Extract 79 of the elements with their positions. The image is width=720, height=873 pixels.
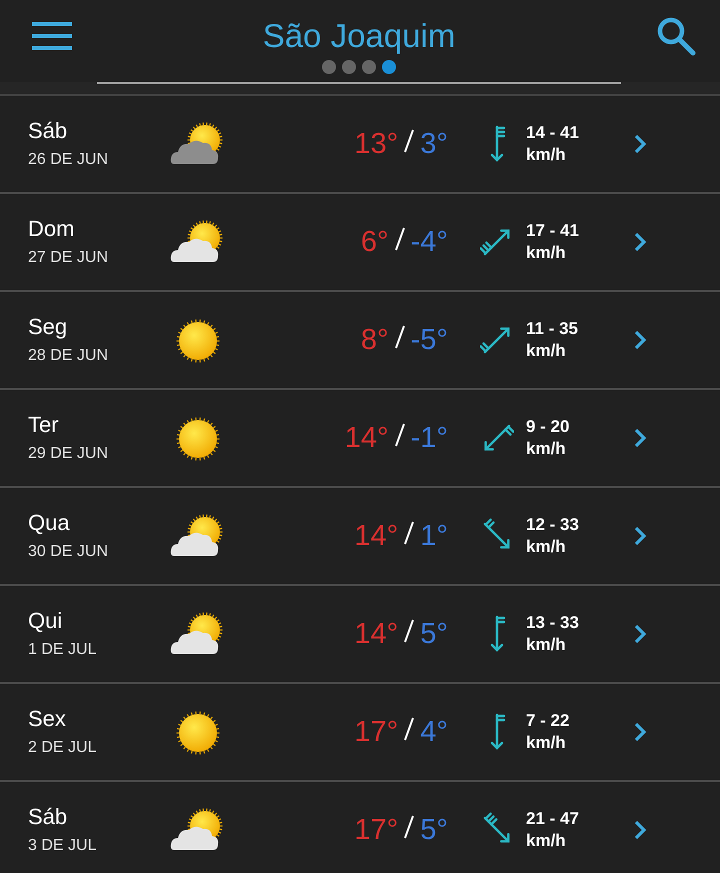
low-temperature: -4°: [410, 226, 448, 258]
day-date: 30 DE JUN: [28, 543, 110, 561]
day-date: 29 DE JUN: [28, 445, 110, 463]
day-name: Sáb: [28, 805, 68, 829]
day-name: Qua: [28, 511, 71, 535]
page-dot[interactable]: [342, 60, 356, 74]
wind-speed: 14 - 41: [526, 122, 580, 144]
chevron-right-icon[interactable]: [632, 721, 648, 743]
slash-divider: [404, 520, 414, 544]
chevron-right-icon[interactable]: [632, 427, 648, 449]
chevron-right-icon[interactable]: [632, 133, 648, 155]
search-icon[interactable]: [656, 16, 696, 56]
high-temperature: 14°: [344, 422, 389, 454]
chevron-right-icon[interactable]: [632, 329, 648, 351]
forecast-row[interactable]: Sex 2 DE JUL 17° 4° 7 - 22 km/h: [0, 684, 720, 782]
day-date: 1 DE JUL: [28, 641, 98, 659]
day-date: 2 DE JUL: [28, 739, 98, 757]
high-temperature: 17°: [354, 716, 398, 748]
forecast-row[interactable]: Sáb 3 DE JUL 17° 5° 21 - 47 km/h: [0, 782, 720, 873]
wind-speed: 7 - 22: [526, 710, 570, 732]
city-title: São Joaquim: [262, 16, 456, 56]
day-name: Dom: [28, 217, 76, 241]
low-temperature: 4°: [420, 716, 448, 748]
wind-unit: km/h: [526, 830, 567, 852]
slash-divider: [404, 618, 414, 642]
forecast-row[interactable]: Qua 30 DE JUN 14° 1° 12 - 33 km/h: [0, 488, 720, 586]
slash-divider: [404, 716, 414, 740]
slash-divider: [394, 226, 405, 250]
wind-unit: km/h: [526, 438, 567, 460]
forecast-row[interactable]: Sáb 26 DE JUN 13° 3° 14 - 41 km/h: [0, 96, 720, 194]
wind-unit: km/h: [526, 732, 567, 754]
slash-divider: [404, 814, 414, 838]
low-temperature: 1°: [420, 520, 448, 552]
high-temperature: 14°: [354, 618, 398, 650]
high-temperature: 8°: [360, 324, 389, 356]
day-name: Ter: [28, 413, 60, 437]
high-temperature: 17°: [354, 814, 398, 846]
low-temperature: 5°: [420, 618, 448, 650]
high-temperature: 6°: [360, 226, 389, 258]
day-name: Sex: [28, 707, 67, 731]
wind-speed: 13 - 33: [526, 612, 580, 634]
day-date: 26 DE JUN: [28, 151, 110, 169]
page-dot[interactable]: [322, 60, 336, 74]
high-temperature: 14°: [354, 520, 398, 552]
forecast-row[interactable]: Seg 28 DE JUN 8° -5° 11 - 35 km/h: [0, 292, 720, 390]
low-temperature: 5°: [420, 814, 448, 846]
low-temperature: -5°: [410, 324, 448, 356]
forecast-row[interactable]: Qui 1 DE JUL 14° 5° 13 - 33 km/h: [0, 586, 720, 684]
wind-speed: 11 - 35: [526, 318, 579, 340]
wind-speed: 17 - 41: [526, 220, 580, 242]
wind-unit: km/h: [526, 634, 567, 656]
day-name: Qui: [28, 609, 64, 633]
wind-unit: km/h: [526, 242, 567, 264]
day-name: Sáb: [28, 119, 68, 143]
low-temperature: 3°: [420, 128, 448, 160]
wind-unit: km/h: [526, 340, 567, 362]
forecast-row[interactable]: Ter 29 DE JUN 14° -1° 9 - 20 km/h: [0, 390, 720, 488]
wind-speed: 21 - 47: [526, 808, 580, 830]
page-dot[interactable]: [382, 60, 396, 74]
wind-speed: 12 - 33: [526, 514, 580, 536]
wind-unit: km/h: [526, 144, 567, 166]
day-name: Seg: [28, 315, 68, 339]
chevron-right-icon[interactable]: [632, 819, 648, 841]
wind-unit: km/h: [526, 536, 567, 558]
menu-icon[interactable]: [32, 22, 72, 50]
low-temperature: -1°: [410, 422, 448, 454]
wind-speed: 9 - 20: [526, 416, 570, 438]
day-date: 28 DE JUN: [28, 347, 110, 365]
slash-divider: [394, 324, 405, 348]
day-date: 27 DE JUN: [28, 249, 110, 267]
page-dot[interactable]: [362, 60, 376, 74]
high-temperature: 13°: [354, 128, 398, 160]
chevron-right-icon[interactable]: [632, 623, 648, 645]
day-date: 3 DE JUL: [28, 837, 98, 855]
forecast-row[interactable]: Dom 27 DE JUN 6° -4° 17 - 41 km/h: [0, 194, 720, 292]
chevron-right-icon[interactable]: [632, 231, 648, 253]
slash-divider: [394, 422, 405, 446]
chevron-right-icon[interactable]: [632, 525, 648, 547]
slash-divider: [404, 128, 414, 152]
